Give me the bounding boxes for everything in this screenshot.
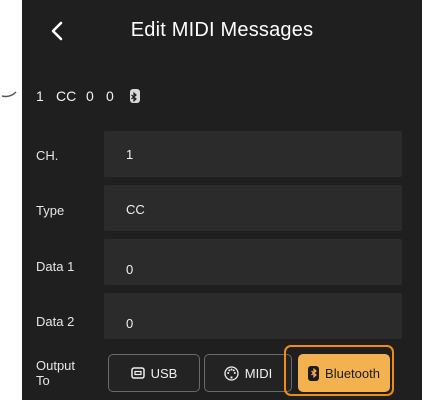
channel-label: CH. (36, 148, 59, 163)
output-label: Output To (36, 358, 76, 388)
usb-button-label: USB (150, 365, 178, 381)
midi-din-icon (224, 365, 239, 381)
midi-button[interactable]: MIDI (204, 354, 292, 392)
data2-field[interactable]: 0 (104, 293, 402, 339)
bluetooth-icon (130, 89, 140, 103)
usb-icon (130, 367, 145, 379)
channel-value: 1 (126, 147, 134, 162)
data1-field[interactable]: 0 (104, 239, 402, 285)
summary-channel: 1 (36, 88, 44, 104)
midi-edit-screen: Edit MIDI Messages 1 CC 0 0 CH. 1 Type C… (22, 0, 422, 400)
summary-data2: 0 (106, 88, 114, 104)
summary-type: CC (56, 88, 77, 104)
channel-field[interactable]: 1 (104, 131, 402, 177)
usb-button[interactable]: USB (108, 354, 200, 392)
data2-label: Data 2 (36, 314, 75, 329)
midi-button-label: MIDI (244, 365, 273, 381)
data1-value: 0 (126, 262, 134, 277)
data1-label: Data 1 (36, 259, 75, 274)
annotation-curve (1, 91, 17, 98)
message-summary: 1 CC 0 0 (36, 86, 140, 106)
data2-value: 0 (126, 316, 134, 331)
type-label: Type (36, 203, 65, 218)
summary-data1: 0 (86, 88, 94, 104)
type-field[interactable]: CC (104, 185, 402, 231)
selection-highlight (284, 345, 394, 396)
header: Edit MIDI Messages (22, 0, 422, 64)
type-value: CC (126, 202, 145, 217)
page-title: Edit MIDI Messages (130, 19, 314, 41)
